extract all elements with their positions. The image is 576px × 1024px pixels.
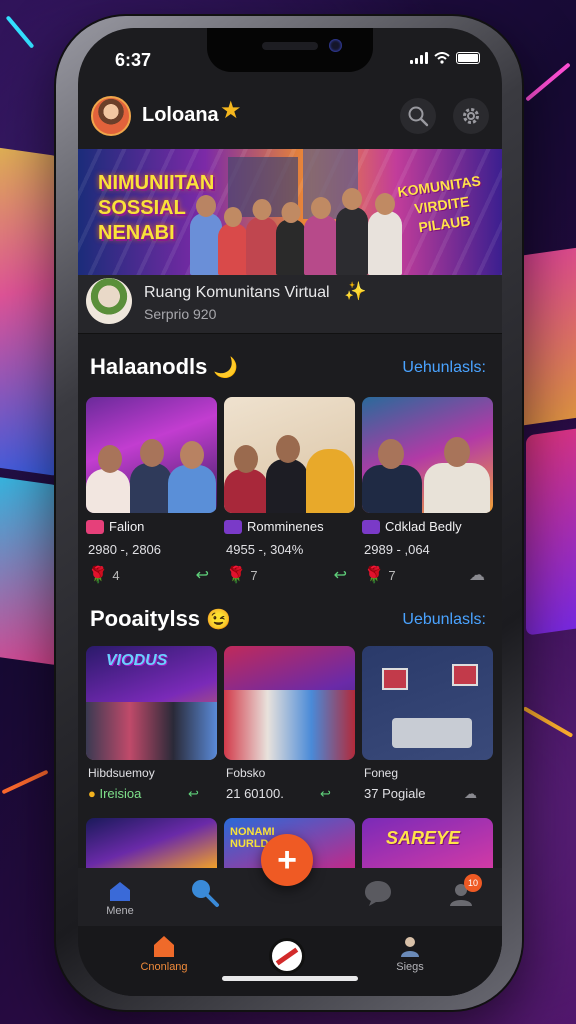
group-card[interactable] <box>86 818 217 868</box>
cloud-icon[interactable]: ☁ <box>469 565 485 585</box>
person <box>368 193 402 275</box>
share-icon[interactable]: ↩ <box>196 565 209 585</box>
card-stats: 2989 - ,064 <box>364 542 430 557</box>
banner-title-right: KOMUNITAS VIRDITE PILAUB <box>396 172 482 236</box>
chat-icon <box>365 881 391 906</box>
group-card[interactable]: Falion 2980 -, 2806 🌹 4 ↩ <box>86 397 217 587</box>
person <box>304 197 338 275</box>
nav-community[interactable]: Cnonlang <box>136 934 192 973</box>
person <box>246 199 278 275</box>
notch <box>207 28 373 72</box>
gear-icon <box>463 108 479 124</box>
section-title: Pooaitylss 😉 <box>90 606 231 631</box>
person <box>336 188 368 275</box>
card-image <box>224 397 355 513</box>
emoji-icon: 🌙 <box>213 357 239 379</box>
group-card[interactable]: SAREYE <box>362 818 493 868</box>
nav-messages[interactable] <box>358 878 398 911</box>
status-icons <box>410 52 480 64</box>
plus-icon: + <box>277 840 297 879</box>
card-stats: 2980 -, 2806 <box>88 542 162 557</box>
nav-home[interactable]: Mene <box>98 880 142 917</box>
rose-icon: 🌹 4 <box>88 567 120 584</box>
status-time: 6:37 <box>115 50 152 70</box>
card-image <box>362 646 493 760</box>
rose-icon: 🌹 7 <box>364 567 396 584</box>
banner-crowd <box>190 179 402 275</box>
group-card[interactable]: Romminenes 4955 -, 304% 🌹 7 ↩ <box>224 397 355 587</box>
home-icon <box>110 882 130 901</box>
section-title: Halaanodls 🌙 <box>90 354 239 379</box>
group-card[interactable]: Foneg 37 Pogiale ☁ <box>362 646 493 810</box>
search-icon <box>192 880 219 907</box>
card-tag: Cdklad Bedly <box>362 519 462 534</box>
battery-icon <box>456 52 480 64</box>
light-streak <box>525 62 571 102</box>
person <box>218 207 248 275</box>
nav-search[interactable] <box>184 876 224 911</box>
home-icon <box>154 936 174 957</box>
app-screen: 6:37 Loloana ★ NIMUNIITAN SOSSIAL NENABI… <box>78 28 502 996</box>
group-card[interactable]: Cdklad Bedly 2989 - ,064 🌹 7 ☁ <box>362 397 493 587</box>
search-icon <box>408 106 429 127</box>
light-streak <box>522 706 574 738</box>
wifi-icon <box>434 52 450 64</box>
nav-profile[interactable]: 10 <box>442 874 482 911</box>
see-all-link[interactable]: Uebunlasls: <box>402 611 486 629</box>
see-all-link[interactable]: Uehunlasls: <box>402 359 486 377</box>
notification-badge: 10 <box>464 874 482 892</box>
card-image <box>86 397 217 513</box>
background-panel <box>0 474 60 666</box>
card-image: VIODUS <box>86 646 217 760</box>
app-header: Loloana ★ <box>78 90 502 146</box>
card-tag: Romminenes <box>224 519 324 534</box>
light-streak <box>5 15 35 49</box>
no-entry-icon[interactable] <box>269 938 305 974</box>
background-panel <box>516 243 576 427</box>
settings-button[interactable] <box>453 98 489 134</box>
light-streak <box>1 769 49 795</box>
signal-icon <box>410 52 428 64</box>
card-meta: 21 60100. ↩ <box>226 786 331 801</box>
nav-stories[interactable]: Siegs <box>390 934 430 973</box>
camera <box>329 39 342 52</box>
rose-icon: 🌹 7 <box>226 567 258 584</box>
card-image: SAREYE <box>362 818 493 868</box>
card-meta: 37 Pogiale ☁ <box>364 786 477 801</box>
emoji-icon: 😉 <box>206 609 231 631</box>
group-card[interactable]: VIODUS Hibdsuemoy ● Ireisioa ↩ <box>86 646 217 810</box>
card-image <box>86 818 217 868</box>
celebration-icon: ✨ <box>344 281 367 301</box>
card-image <box>362 397 493 513</box>
speaker <box>262 42 318 50</box>
post-subtitle: Serprio 920 <box>144 306 217 322</box>
community-post[interactable]: Ruang Komunitans Virtual ✨ Serprio 920 <box>78 275 502 334</box>
avatar-icon <box>401 937 419 957</box>
post-avatar <box>86 278 132 324</box>
card-stats: 4955 -, 304% <box>226 542 304 557</box>
search-button[interactable] <box>400 98 436 134</box>
person <box>276 202 306 275</box>
star-icon: ★ <box>220 97 242 124</box>
card-label: Fobsko <box>226 766 266 780</box>
background-panel <box>0 143 60 477</box>
card-label: Foneg <box>364 766 399 780</box>
username: Loloana <box>142 104 219 126</box>
post-title: Ruang Komunitans Virtual <box>144 284 330 301</box>
card-tag: Falion <box>86 519 144 534</box>
create-post-button[interactable]: + <box>261 834 313 886</box>
home-indicator[interactable] <box>222 976 358 981</box>
card-image <box>224 646 355 760</box>
background-panel <box>526 424 576 636</box>
group-card[interactable]: Fobsko 21 60100. ↩ <box>224 646 355 810</box>
card-meta: ● Ireisioa ↩ <box>88 786 199 801</box>
profile-avatar[interactable] <box>91 96 131 136</box>
hero-banner[interactable]: NIMUNIITAN SOSSIAL NENABI KOMUNITAS VIRD… <box>78 149 502 275</box>
share-icon[interactable]: ↩ <box>334 565 347 585</box>
card-label: Hibdsuemoy <box>88 766 155 780</box>
